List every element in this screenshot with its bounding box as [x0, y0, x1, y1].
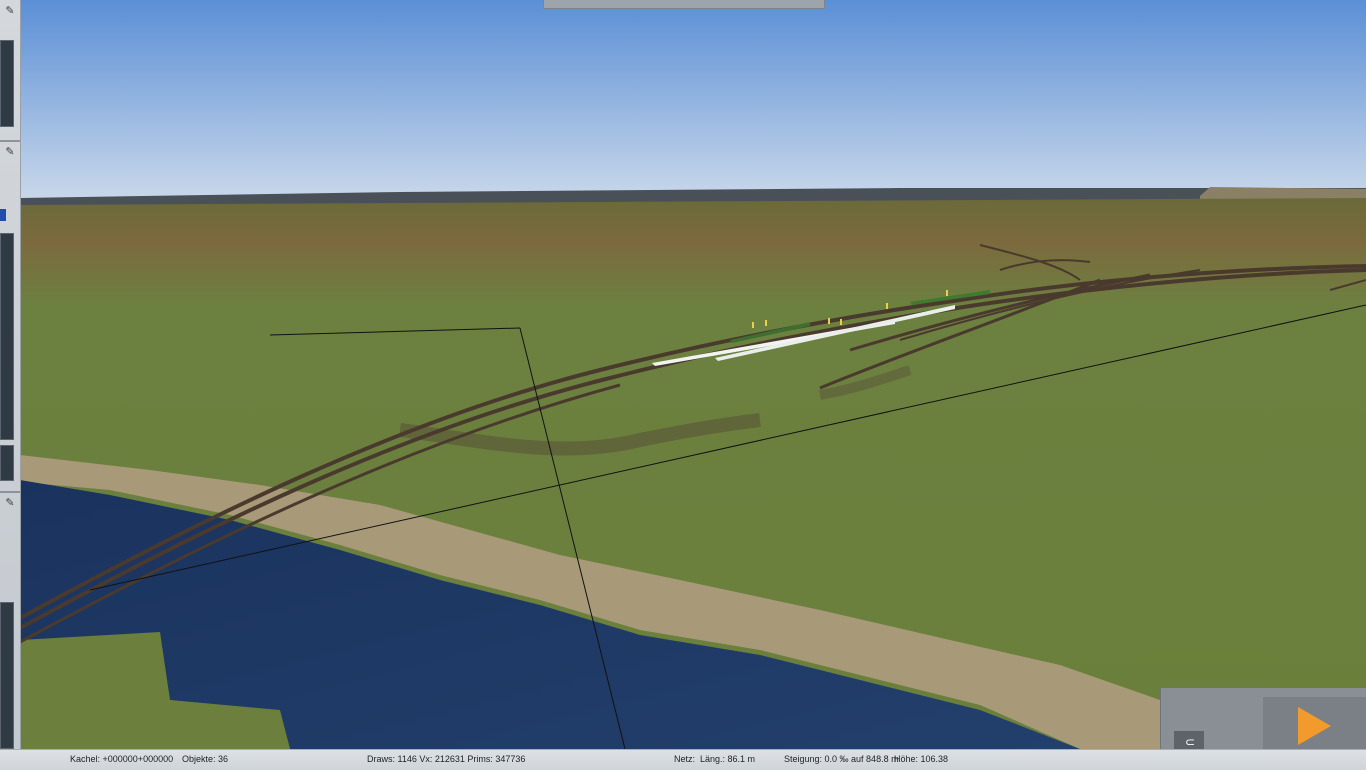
side-section-2: ✎ — [0, 141, 20, 493]
status-bar: Kachel: +000000+000000 Objekte: 36 Draws… — [0, 749, 1366, 770]
pin-icon[interactable]: ✎ — [3, 496, 17, 510]
selection-marker — [0, 209, 6, 221]
top-panel-tab[interactable] — [543, 0, 825, 9]
pin-icon[interactable]: ✎ — [3, 145, 17, 159]
render-stats: Draws: 1146 Vx: 212631 Prims: 347736 — [367, 754, 526, 764]
tile-coordinates: Kachel: +000000+000000 — [70, 754, 174, 764]
play-icon[interactable] — [1298, 707, 1331, 745]
track-gradient: Steigung: 0.0 ‰ auf 848.8 m — [784, 754, 899, 764]
side-panel-slot[interactable] — [0, 602, 14, 749]
object-count: Objekte: 36 — [182, 754, 229, 764]
sky — [0, 0, 1366, 200]
network-label: Netz: — [674, 754, 696, 764]
side-panel-slot[interactable] — [0, 233, 14, 440]
side-panel-slot[interactable] — [0, 40, 14, 127]
left-side-panel: ✎ ✎ ✎ — [0, 0, 21, 749]
pin-icon[interactable]: ✎ — [3, 4, 17, 18]
track-length: Läng.: 86.1 m — [700, 754, 756, 764]
side-panel-slot[interactable] — [0, 445, 14, 481]
side-section-3: ✎ — [0, 492, 20, 749]
scene-canvas[interactable] — [0, 0, 1366, 769]
3d-viewport[interactable] — [0, 0, 1366, 769]
side-section-1: ✎ — [0, 0, 20, 142]
track-height: Höhe: 106.38 — [894, 754, 949, 764]
padlock-open-icon[interactable]: ⊂ — [1183, 734, 1197, 750]
